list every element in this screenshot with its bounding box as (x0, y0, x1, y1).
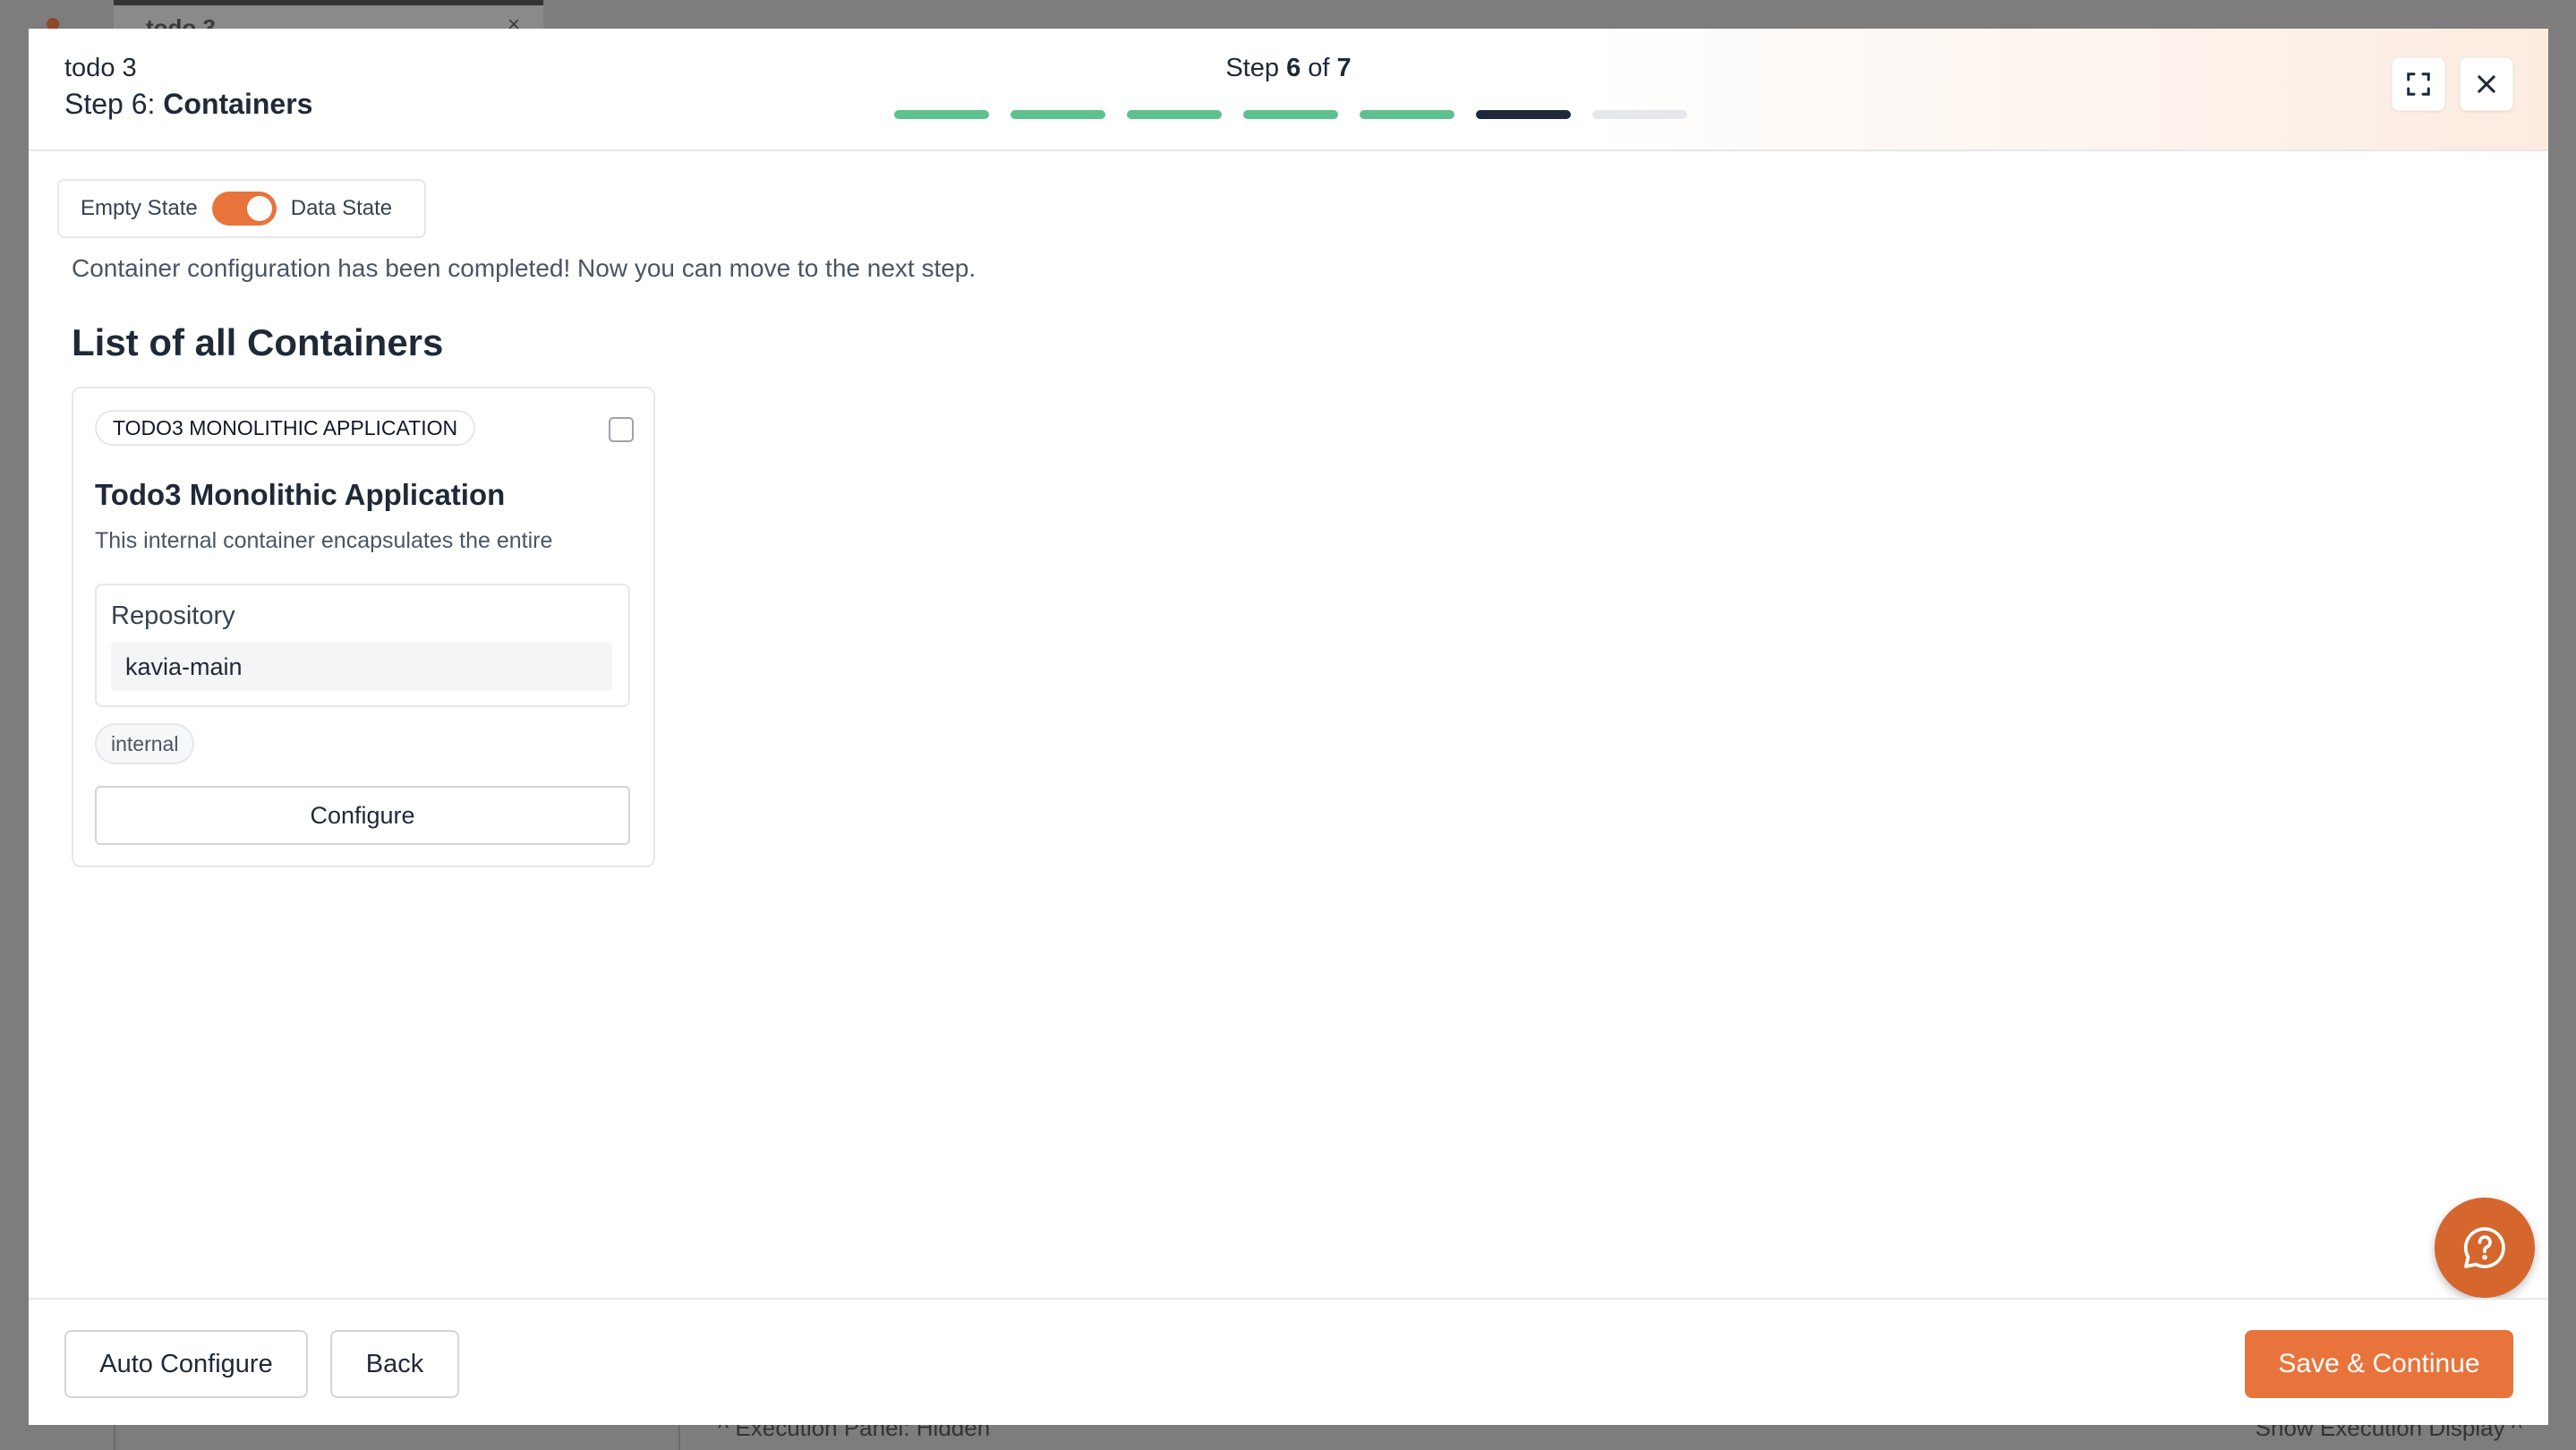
repository-value: kavia-main (111, 643, 612, 691)
step-counter: Step 6 of 7 (29, 54, 2548, 83)
step-title-name: Containers (163, 88, 313, 120)
step-title: Step 6: Containers (64, 88, 312, 121)
progress-segment (1592, 110, 1687, 119)
progress-segment (1127, 110, 1222, 119)
step-counter-of: of (1308, 54, 1330, 82)
progress-segment (1360, 110, 1454, 119)
containers-list-title: List of all Containers (72, 321, 444, 363)
save-continue-button[interactable]: Save & Continue (2245, 1330, 2513, 1398)
progress-segment (1011, 110, 1105, 119)
step-progress-bar (894, 110, 1687, 119)
expand-icon (2407, 72, 2430, 96)
repository-section: Repository kavia-main (95, 584, 630, 707)
close-icon (2478, 75, 2495, 93)
container-title: Todo3 Monolithic Application (95, 478, 506, 511)
wizard-modal: todo 3 Step 6: Containers Step 6 of 7 Em… (29, 29, 2548, 1425)
fullscreen-button[interactable] (2392, 57, 2445, 111)
completion-message: Container configuration has been complet… (72, 254, 977, 282)
step-counter-word: Step (1225, 54, 1279, 82)
step-counter-total: 7 (1336, 54, 1352, 82)
switch-knob (246, 196, 272, 221)
container-badge: TODO3 MONOLITHIC APPLICATION (95, 410, 476, 446)
modal-header: todo 3 Step 6: Containers Step 6 of 7 (29, 29, 2548, 151)
help-chat-button[interactable] (2435, 1198, 2535, 1298)
auto-configure-button[interactable]: Auto Configure (64, 1330, 308, 1398)
configure-button[interactable]: Configure (95, 786, 630, 845)
container-description: This internal container encapsulates the… (95, 528, 553, 553)
progress-segment (1243, 110, 1338, 119)
container-type-tag: internal (95, 723, 195, 764)
data-state-label: Data State (290, 196, 393, 220)
state-switch[interactable] (211, 192, 277, 226)
progress-segment (894, 110, 989, 119)
close-modal-button[interactable] (2460, 57, 2513, 111)
help-chat-icon (2463, 1227, 2505, 1268)
container-select-checkbox[interactable] (609, 417, 634, 442)
step-counter-current: 6 (1286, 54, 1301, 82)
repository-label: Repository (111, 601, 235, 630)
step-title-prefix: Step 6: (64, 88, 164, 120)
empty-state-label: Empty State (81, 196, 198, 220)
modal-footer: Auto Configure Back Save & Continue (29, 1298, 2548, 1425)
state-toggle: Empty State Data State (57, 179, 426, 238)
container-card: TODO3 MONOLITHIC APPLICATION Todo3 Monol… (72, 387, 655, 867)
progress-segment (1476, 110, 1571, 119)
back-button[interactable]: Back (330, 1330, 459, 1398)
